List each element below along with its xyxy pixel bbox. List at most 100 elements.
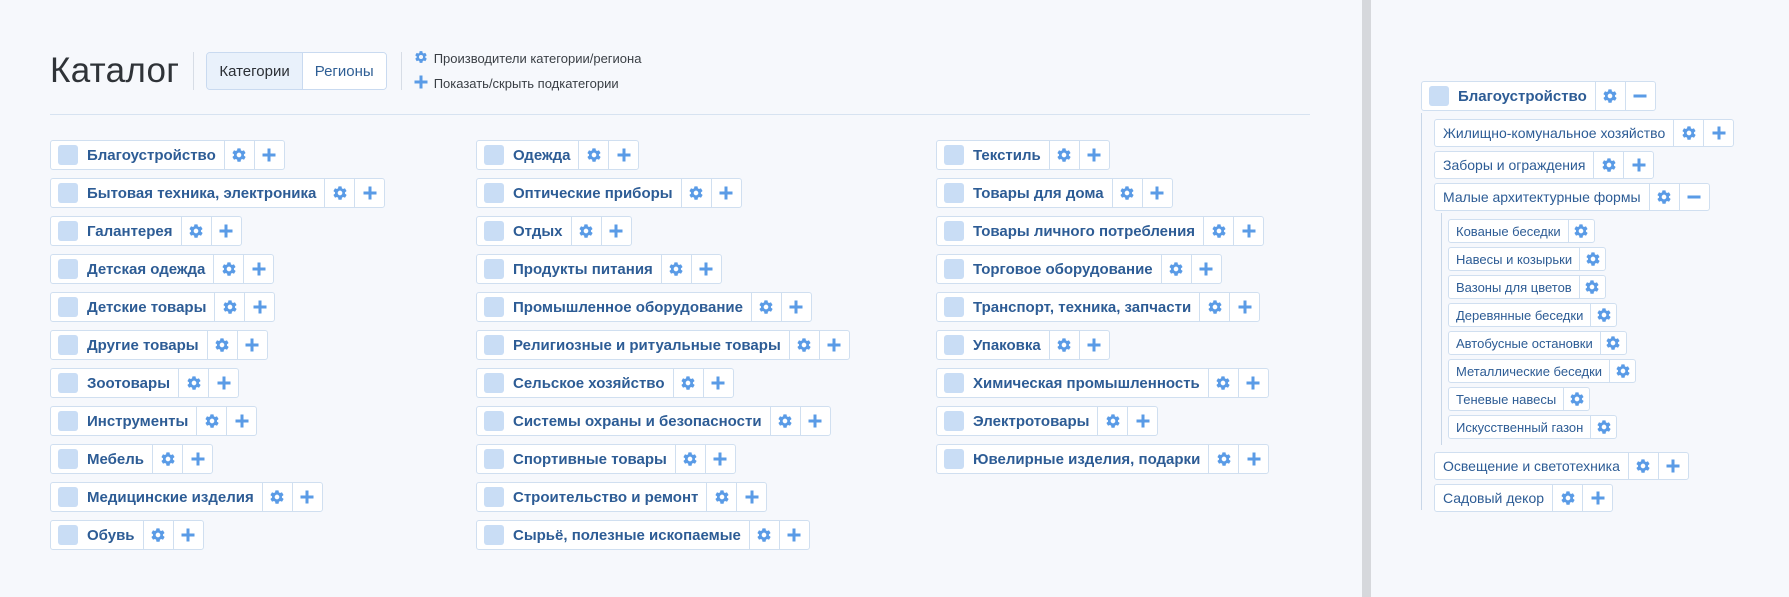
- gear-icon[interactable]: [142, 521, 173, 549]
- checkbox[interactable]: [58, 411, 78, 431]
- gear-icon[interactable]: [1567, 220, 1594, 242]
- checkbox[interactable]: [58, 525, 78, 545]
- category-select[interactable]: Сырьё, полезные ископаемые: [477, 521, 749, 549]
- checkbox[interactable]: [58, 297, 78, 317]
- category-select[interactable]: Малые архитектурные формы: [1435, 184, 1649, 210]
- gear-icon[interactable]: [706, 483, 736, 511]
- gear-icon[interactable]: [1594, 82, 1625, 110]
- plus-icon[interactable]: [1657, 453, 1688, 479]
- plus-icon[interactable]: [1703, 120, 1733, 146]
- category-select[interactable]: Товары личного потребления: [937, 217, 1203, 245]
- gear-icon[interactable]: [261, 483, 292, 511]
- gear-icon[interactable]: [1627, 453, 1658, 479]
- checkbox[interactable]: [484, 487, 504, 507]
- checkbox[interactable]: [944, 259, 964, 279]
- category-select[interactable]: Торговое оборудование: [937, 255, 1161, 283]
- gear-icon[interactable]: [1593, 152, 1623, 178]
- checkbox[interactable]: [484, 145, 504, 165]
- checkbox[interactable]: [944, 145, 964, 165]
- gear-icon[interactable]: [1048, 141, 1079, 169]
- gear-icon[interactable]: [1160, 255, 1191, 283]
- gear-icon[interactable]: [1579, 248, 1605, 270]
- category-select[interactable]: Промышленное оборудование: [477, 293, 751, 321]
- checkbox[interactable]: [58, 373, 78, 393]
- gear-icon[interactable]: [750, 293, 781, 321]
- category-select[interactable]: Отдых: [477, 217, 571, 245]
- category-select[interactable]: Инструменты: [51, 407, 196, 435]
- checkbox[interactable]: [484, 411, 504, 431]
- plus-icon[interactable]: [1229, 293, 1259, 321]
- checkbox[interactable]: [1429, 86, 1449, 106]
- category-select[interactable]: Сельское хозяйство: [477, 369, 673, 397]
- category-select[interactable]: Бытовая техника, электроника: [51, 179, 324, 207]
- category-select[interactable]: Транспорт, техника, запчасти: [937, 293, 1199, 321]
- checkbox[interactable]: [484, 449, 504, 469]
- plus-icon[interactable]: [208, 369, 238, 397]
- gear-icon[interactable]: [1590, 304, 1616, 326]
- checkbox[interactable]: [58, 449, 78, 469]
- checkbox[interactable]: [484, 525, 504, 545]
- gear-icon[interactable]: [748, 521, 779, 549]
- plus-icon[interactable]: [1190, 255, 1221, 283]
- plus-icon[interactable]: [354, 179, 384, 207]
- category-select[interactable]: Оптические приборы: [477, 179, 681, 207]
- plus-icon[interactable]: [1127, 407, 1157, 435]
- category-select[interactable]: Жилищно-комунальное хозяйство: [1435, 120, 1673, 146]
- gear-icon[interactable]: [660, 255, 691, 283]
- plus-icon[interactable]: [210, 217, 241, 245]
- gear-icon[interactable]: [1207, 369, 1238, 397]
- plus-icon[interactable]: [704, 445, 735, 473]
- category-select[interactable]: Медицинские изделия: [51, 483, 262, 511]
- plus-icon[interactable]: [243, 255, 273, 283]
- category-select[interactable]: Мебель: [51, 445, 152, 473]
- category-select[interactable]: Упаковка: [937, 331, 1049, 359]
- category-select[interactable]: Садовый декор: [1435, 485, 1552, 511]
- category-select[interactable]: Галантерея: [51, 217, 181, 245]
- checkbox[interactable]: [944, 335, 964, 355]
- checkbox[interactable]: [484, 221, 504, 241]
- plus-icon[interactable]: [780, 293, 811, 321]
- category-select[interactable]: Благоустройство: [1422, 82, 1595, 110]
- category-select[interactable]: Текстиль: [937, 141, 1049, 169]
- category-select[interactable]: Автобусные остановки: [1449, 332, 1600, 354]
- plus-icon[interactable]: [710, 179, 741, 207]
- plus-icon[interactable]: [1233, 217, 1263, 245]
- checkbox[interactable]: [58, 487, 78, 507]
- plus-icon[interactable]: [778, 521, 809, 549]
- checkbox[interactable]: [58, 221, 78, 241]
- plus-icon[interactable]: [736, 483, 766, 511]
- gear-icon[interactable]: [1590, 416, 1616, 438]
- gear-icon[interactable]: [214, 293, 244, 321]
- category-select[interactable]: Кованые беседки: [1449, 220, 1568, 242]
- plus-icon[interactable]: [1078, 141, 1109, 169]
- plus-icon[interactable]: [182, 445, 212, 473]
- checkbox[interactable]: [58, 183, 78, 203]
- plus-icon[interactable]: [244, 293, 274, 321]
- category-select[interactable]: Продукты питания: [477, 255, 661, 283]
- plus-icon[interactable]: [1078, 331, 1109, 359]
- category-select[interactable]: Религиозные и ритуальные товары: [477, 331, 789, 359]
- category-select[interactable]: Детские товары: [51, 293, 214, 321]
- gear-icon[interactable]: [1208, 445, 1238, 473]
- plus-icon[interactable]: [253, 141, 284, 169]
- gear-icon[interactable]: [1563, 388, 1589, 410]
- gear-icon[interactable]: [1609, 360, 1635, 382]
- tab-regions[interactable]: Регионы: [302, 53, 386, 89]
- category-select[interactable]: Навесы и козырьки: [1449, 248, 1579, 270]
- gear-icon[interactable]: [769, 407, 800, 435]
- gear-icon[interactable]: [1111, 179, 1142, 207]
- category-select[interactable]: Деревянные беседки: [1449, 304, 1590, 326]
- checkbox[interactable]: [484, 297, 504, 317]
- category-select[interactable]: Вазоны для цветов: [1449, 276, 1579, 298]
- category-select[interactable]: Детская одежда: [51, 255, 213, 283]
- plus-icon[interactable]: [1582, 485, 1612, 511]
- category-select[interactable]: Одежда: [477, 141, 578, 169]
- category-select[interactable]: Строительство и ремонт: [477, 483, 706, 511]
- plus-icon[interactable]: [608, 141, 638, 169]
- category-select[interactable]: Ювелирные изделия, подарки: [937, 445, 1208, 473]
- plus-icon[interactable]: [236, 331, 267, 359]
- gear-icon[interactable]: [788, 331, 819, 359]
- plus-icon[interactable]: [702, 369, 733, 397]
- category-select[interactable]: Металлические беседки: [1449, 360, 1609, 382]
- gear-icon[interactable]: [196, 407, 226, 435]
